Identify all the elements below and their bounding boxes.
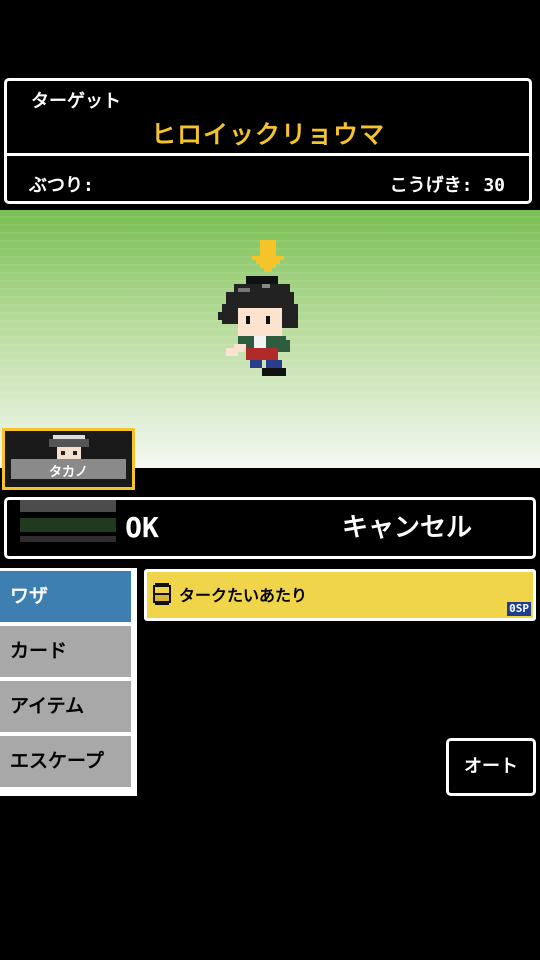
command-card[interactable]: カード (0, 626, 131, 677)
party-member-portrait (49, 435, 89, 459)
target-label: ターゲット (31, 91, 121, 112)
enemy-sprite[interactable] (214, 272, 306, 376)
auto-button[interactable]: オート (446, 738, 536, 796)
skill-cost-value: 0 (509, 602, 516, 615)
skill-row[interactable]: タークたいあたり 0SP (144, 569, 536, 621)
skill-orb-icon (153, 583, 171, 605)
command-menu: ワザ カード アイテム エスケープ (0, 568, 137, 796)
skill-cost-badge: 0SP (507, 602, 531, 616)
down-arrow-icon (252, 240, 284, 272)
command-waza[interactable]: ワザ (0, 571, 131, 622)
attack-label: こうげき: 30 (389, 175, 505, 196)
target-divider (7, 153, 529, 156)
attribute-label: ぶつり: (29, 175, 94, 196)
party-member-name: タカノ (48, 465, 88, 480)
skill-cost-unit: SP (515, 602, 529, 615)
target-name: ヒロイックリョウマ (150, 120, 385, 149)
command-item[interactable]: アイテム (0, 681, 131, 732)
cancel-button[interactable]: キャンセル (307, 508, 507, 548)
target-panel: ターゲット ヒロイックリョウマ ぶつり: こうげき: 30 (4, 78, 532, 204)
skill-name: タークたいあたり (179, 586, 308, 605)
command-escape[interactable]: エスケープ (0, 736, 131, 787)
ok-button[interactable]: OK (67, 508, 217, 548)
party-member-card[interactable]: タカノ (2, 428, 135, 490)
confirm-bar: OK キャンセル (4, 497, 536, 559)
